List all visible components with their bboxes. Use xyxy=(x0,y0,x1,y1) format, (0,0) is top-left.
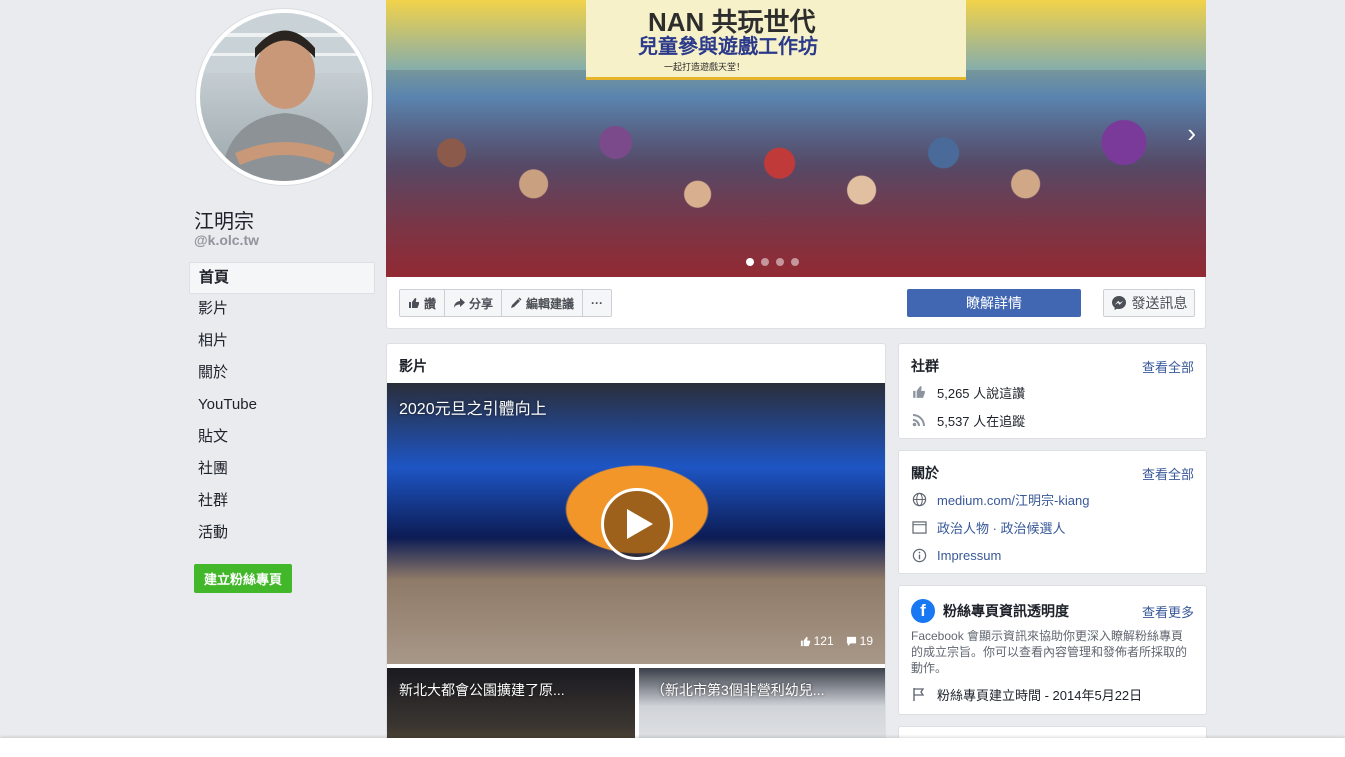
cover-banner-small: 一起打造遊戲天堂！ xyxy=(664,62,746,72)
bottom-login-bar xyxy=(0,738,1345,757)
carousel-dot[interactable] xyxy=(776,258,784,266)
featured-video[interactable]: 2020元旦之引體向上 121 19 xyxy=(387,383,885,664)
community-see-all-link[interactable]: 查看全部 xyxy=(1142,357,1194,376)
carousel-dot[interactable] xyxy=(746,258,754,266)
video-thumbnail-title: （新北市第3個非營利幼兒... xyxy=(651,682,825,698)
website-link[interactable]: medium.com/江明宗-kiang xyxy=(937,490,1089,509)
category-folder-icon xyxy=(911,519,927,535)
video-likes-count: 121 xyxy=(813,634,834,648)
more-icon: ··· xyxy=(591,296,604,310)
share-icon xyxy=(454,298,466,308)
cover-banner-subtitle: 兒童參與遊戲工作坊 xyxy=(638,36,818,58)
profile-photo xyxy=(200,13,368,181)
video-likes: 121 xyxy=(800,634,834,648)
category-link[interactable]: 政治人物 · 政治候選人 xyxy=(937,518,1066,537)
transparency-card: f 粉絲專頁資訊透明度 查看更多 Facebook 會顯示資訊來協助你更深入瞭解… xyxy=(898,585,1207,715)
nav-item-posts[interactable]: 貼文 xyxy=(189,422,375,454)
send-message-button[interactable]: 發送訊息 xyxy=(1103,289,1195,317)
about-see-all-link[interactable]: 查看全部 xyxy=(1142,464,1194,483)
community-card: 社群 查看全部 5,265 人說這讚 5,537 人在追蹤 xyxy=(898,343,1207,439)
info-icon xyxy=(911,547,927,563)
featured-video-title: 2020元旦之引體向上 xyxy=(399,401,547,418)
cover-carousel-dots xyxy=(746,258,799,266)
suggest-edits-label: 編輯建議 xyxy=(526,296,575,311)
carousel-dot[interactable] xyxy=(791,258,799,266)
likes-count-text: 5,265 人說這讚 xyxy=(937,385,1026,401)
transparency-heading: f 粉絲專頁資訊透明度 xyxy=(911,599,1069,623)
nav-item-events[interactable]: 活動 xyxy=(189,518,375,550)
community-title[interactable]: 社群 xyxy=(911,356,939,376)
page-action-bar: 讚 分享 編輯建議 ··· 瞭解詳情 發送訊息 xyxy=(386,277,1206,329)
comment-icon xyxy=(846,636,856,646)
impressum-link[interactable]: Impressum xyxy=(937,548,1001,563)
send-message-label: 發送訊息 xyxy=(1131,295,1188,311)
profile-person-illustration xyxy=(200,13,368,181)
community-likes-row: 5,265 人說這讚 xyxy=(899,378,1206,406)
video-comments: 19 xyxy=(846,634,873,648)
share-button[interactable]: 分享 xyxy=(445,290,503,316)
nav-item-youtube[interactable]: YouTube xyxy=(189,390,375,422)
share-label: 分享 xyxy=(469,296,494,311)
video-comments-count: 19 xyxy=(859,634,873,648)
nav-item-photos[interactable]: 相片 xyxy=(189,326,375,358)
flag-icon xyxy=(911,686,927,702)
cover-photo[interactable]: NAN 共玩世代 兒童參與遊戲工作坊 一起打造遊戲天堂！ › xyxy=(386,0,1206,277)
action-button-group: 讚 分享 編輯建議 ··· xyxy=(399,289,613,317)
play-button[interactable] xyxy=(601,488,673,560)
cover-banner: NAN 共玩世代 兒童參與遊戲工作坊 一起打造遊戲天堂！ xyxy=(586,0,966,80)
about-title[interactable]: 關於 xyxy=(911,463,939,483)
about-category-row: 政治人物 · 政治候選人 xyxy=(899,513,1206,541)
community-card-header: 社群 查看全部 xyxy=(899,344,1206,378)
thumbs-up-icon xyxy=(911,384,927,400)
learn-more-button[interactable]: 瞭解詳情 xyxy=(907,289,1081,317)
cover-crowd-image xyxy=(386,70,1206,277)
transparency-card-header: f 粉絲專頁資訊透明度 查看更多 xyxy=(899,586,1206,626)
pencil-icon xyxy=(511,297,522,308)
about-website-row: medium.com/江明宗-kiang xyxy=(899,485,1206,513)
profile-avatar[interactable] xyxy=(195,8,373,186)
messenger-icon xyxy=(1111,296,1126,310)
transparency-see-more-link[interactable]: 查看更多 xyxy=(1142,602,1194,621)
about-card-header: 關於 查看全部 xyxy=(899,451,1206,485)
nav-item-home[interactable]: 首頁 xyxy=(189,262,375,294)
rss-follow-icon xyxy=(911,412,927,428)
page-nav: 首頁 影片 相片 關於 YouTube 貼文 社團 社群 活動 xyxy=(189,262,375,550)
like-label: 讚 xyxy=(424,296,437,311)
video-thumbnail-title: 新北大都會公園擴建了原... xyxy=(399,682,565,698)
page-name: 江明宗 xyxy=(194,211,254,233)
facebook-logo-icon: f xyxy=(911,599,935,623)
thumbs-up-icon xyxy=(409,298,419,308)
video-stats: 121 19 xyxy=(800,634,873,648)
follows-count-text: 5,537 人在追蹤 xyxy=(937,413,1026,429)
play-icon xyxy=(627,509,653,539)
transparency-title: 粉絲專頁資訊透明度 xyxy=(943,603,1069,619)
nav-item-videos[interactable]: 影片 xyxy=(189,294,375,326)
create-page-button[interactable]: 建立粉絲專頁 xyxy=(194,564,293,593)
thumbs-up-icon xyxy=(800,636,810,646)
chevron-right-icon[interactable]: › xyxy=(1187,118,1196,149)
nav-item-groups[interactable]: 社團 xyxy=(189,454,375,486)
nav-item-community[interactable]: 社群 xyxy=(189,486,375,518)
videos-card-title[interactable]: 影片 xyxy=(387,344,885,382)
carousel-dot[interactable] xyxy=(761,258,769,266)
about-card: 關於 查看全部 medium.com/江明宗-kiang 政治人物 · 政治候選… xyxy=(898,450,1207,574)
nav-item-about[interactable]: 關於 xyxy=(189,358,375,390)
page-created-text: 粉絲專頁建立時間 - 2014年5月22日 xyxy=(937,687,1143,703)
page-created-row: 粉絲專頁建立時間 - 2014年5月22日 xyxy=(899,680,1206,708)
transparency-description: Facebook 會顯示資訊來協助你更深入瞭解粉絲專頁的成立宗旨。你可以查看內容… xyxy=(911,629,1188,675)
about-impressum-row: Impressum xyxy=(899,541,1206,569)
more-options-button[interactable]: ··· xyxy=(583,290,611,316)
globe-icon xyxy=(911,491,927,507)
page-handle[interactable]: @k.olc.tw xyxy=(194,232,259,248)
community-follows-row: 5,537 人在追蹤 xyxy=(899,406,1206,434)
like-button[interactable]: 讚 xyxy=(400,290,446,316)
videos-card: 影片 2020元旦之引體向上 121 19 新北大都會公園擴建了原... （新北… xyxy=(386,343,886,757)
suggest-edits-button[interactable]: 編輯建議 xyxy=(502,290,584,316)
